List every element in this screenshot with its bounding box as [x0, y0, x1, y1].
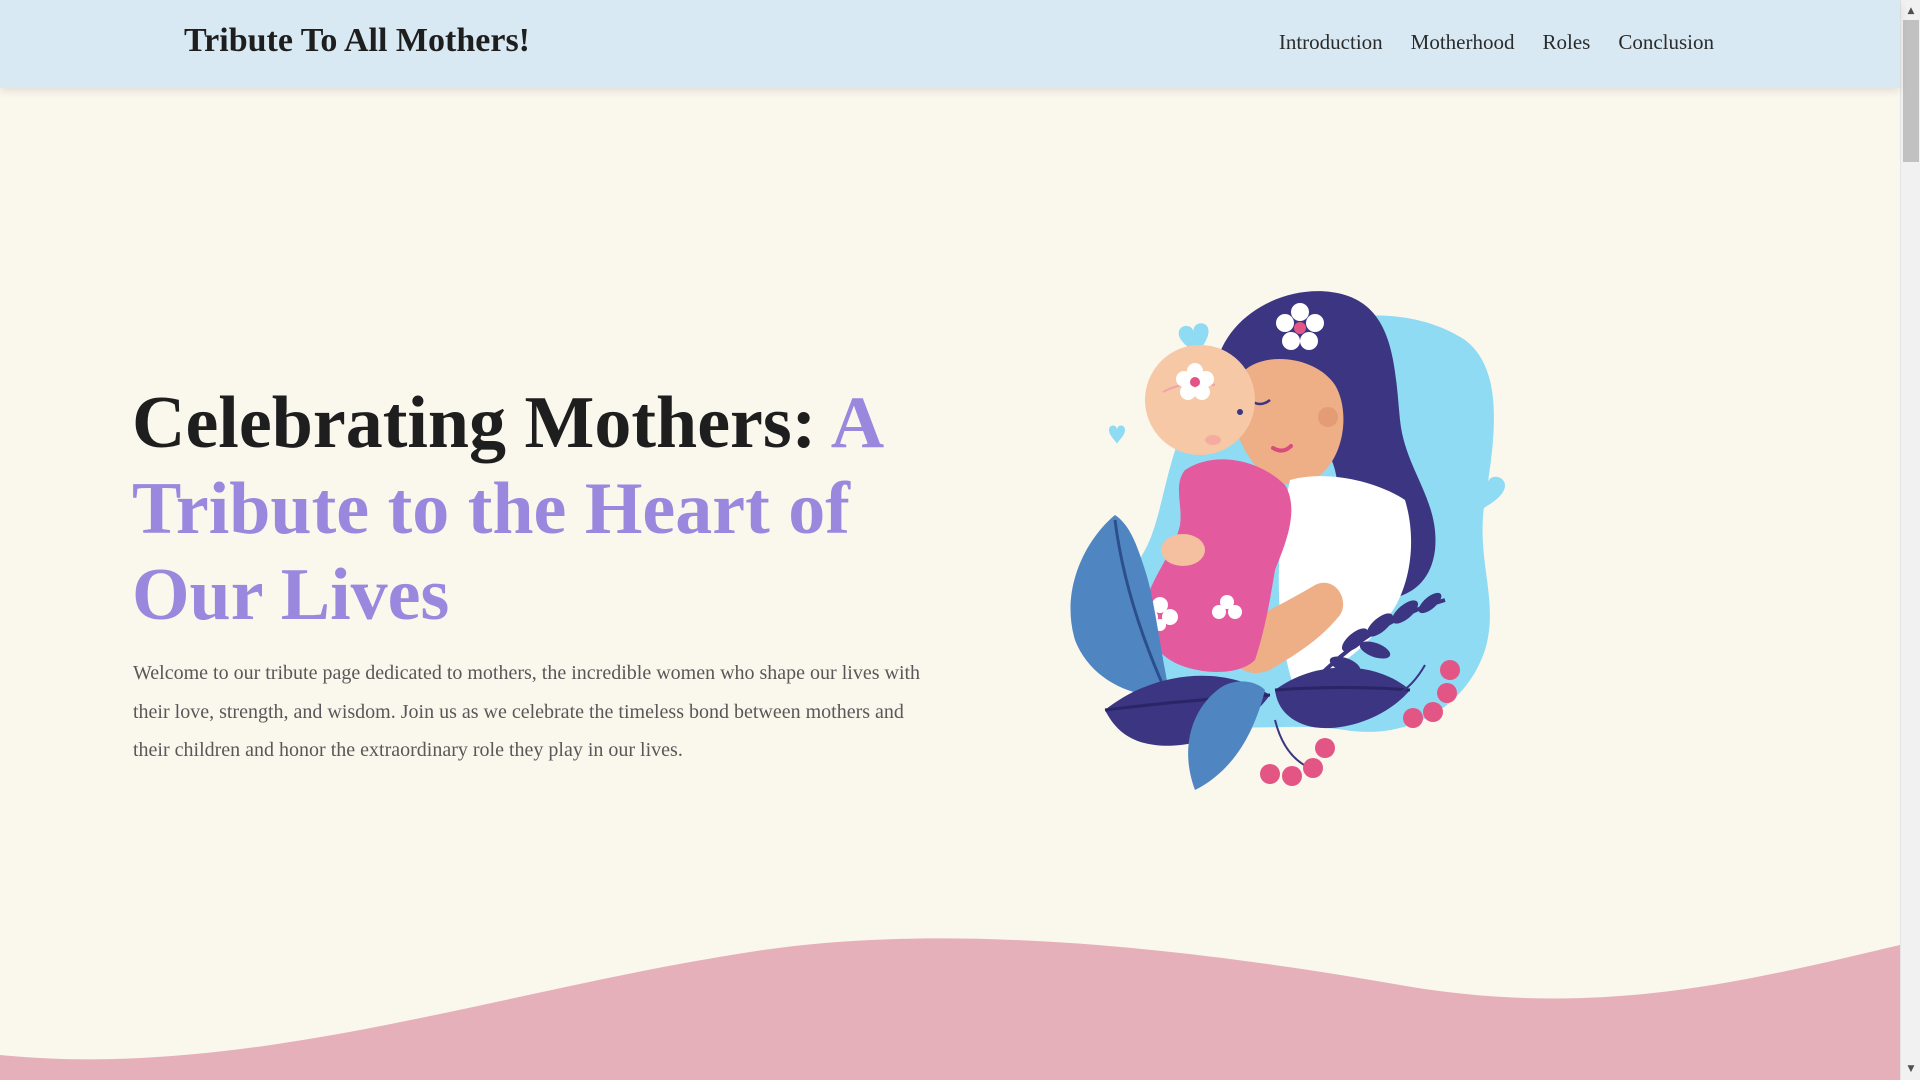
hero-description: Welcome to our tribute page dedicated to…: [133, 662, 921, 761]
nav-links: Introduction Motherhood Roles Conclusion: [1279, 30, 1714, 55]
site-brand[interactable]: Tribute To All Mothers!: [184, 22, 530, 60]
berry-icon: [1423, 702, 1443, 722]
baby-head: [1145, 345, 1255, 455]
scroll-down-arrow-icon[interactable]: ▼: [1901, 1060, 1920, 1078]
nav-conclusion[interactable]: Conclusion: [1618, 30, 1714, 55]
berry-icon: [1315, 738, 1335, 758]
decorative-wave: [0, 938, 1900, 1080]
scroll-up-arrow-icon[interactable]: ▲: [1901, 2, 1920, 20]
heart-icon: [1109, 425, 1125, 444]
hero-title-dark: Celebrating Mothers:: [132, 382, 831, 464]
nav-motherhood[interactable]: Motherhood: [1411, 30, 1515, 55]
berry-icon: [1440, 660, 1460, 680]
berry-icon: [1282, 766, 1302, 786]
hero-title: Celebrating Mothers: A Tribute to the He…: [132, 380, 952, 638]
mother-and-baby-illustration: [1045, 270, 1520, 810]
scrollbar[interactable]: ▲ ▼: [1900, 0, 1920, 1080]
berry-icon: [1303, 758, 1323, 778]
berry-icon: [1403, 708, 1423, 728]
berry-icon: [1260, 764, 1280, 784]
navbar: Tribute To All Mothers! Introduction Mot…: [0, 0, 1900, 88]
scroll-thumb[interactable]: [1903, 20, 1919, 162]
page: Tribute To All Mothers! Introduction Mot…: [0, 0, 1920, 1080]
nav-roles[interactable]: Roles: [1542, 30, 1590, 55]
berry-icon: [1437, 683, 1457, 703]
nav-introduction[interactable]: Introduction: [1279, 30, 1383, 55]
